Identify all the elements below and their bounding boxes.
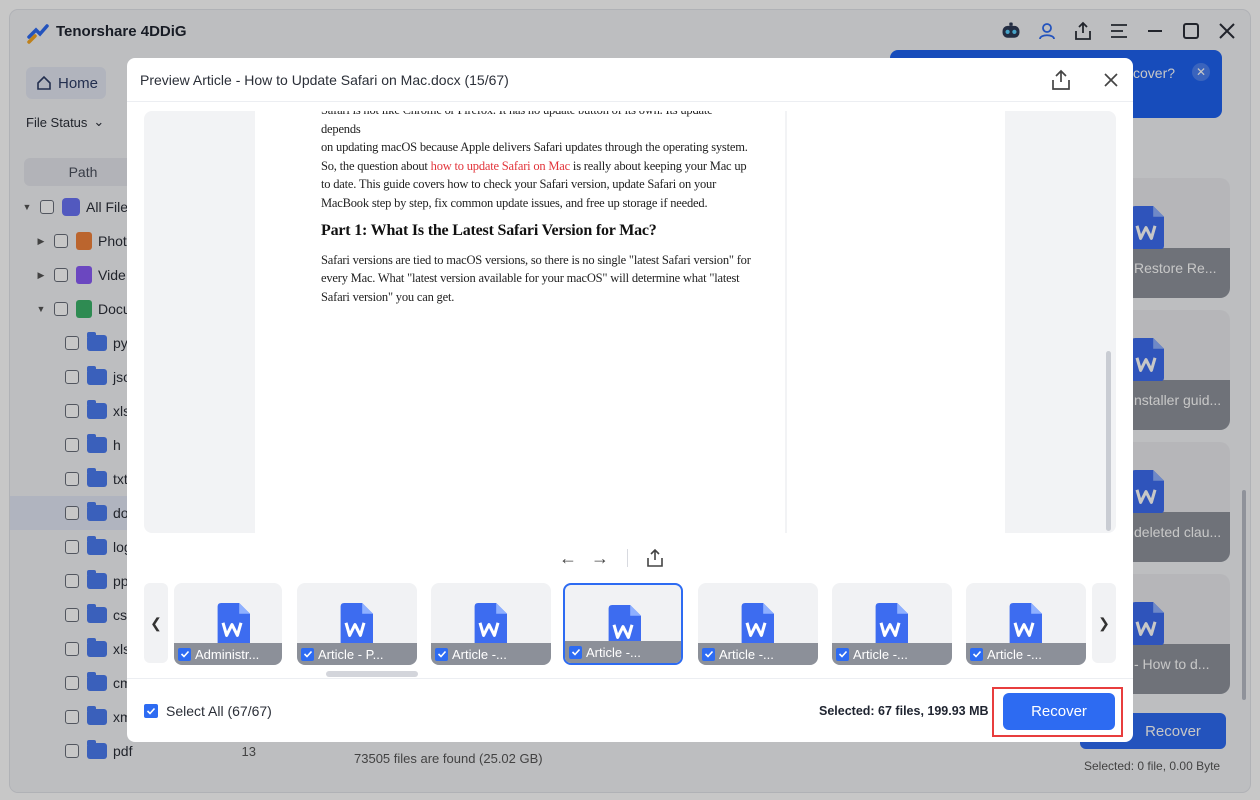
modal-footer: Select All (67/67) Selected: 67 files, 1… bbox=[127, 678, 1133, 742]
doc-link[interactable]: how to update Safari on Mac bbox=[431, 159, 571, 173]
thumbnail-strip: ❮ Administr... Article - P... Article -...… bbox=[144, 583, 1116, 665]
document-text: Safari is not like Chrome or Firefox. It… bbox=[321, 111, 751, 306]
chevron-left-icon[interactable]: ❮ bbox=[144, 583, 168, 663]
doc-paragraph-1: on updating macOS because Apple delivers… bbox=[321, 140, 748, 210]
checkbox-checked-icon[interactable] bbox=[435, 647, 448, 661]
thumbnail[interactable]: Article -... bbox=[698, 583, 818, 665]
thumbnail-scrollbar[interactable] bbox=[326, 671, 418, 677]
modal-header: Preview Article - How to Update Safari o… bbox=[127, 58, 1133, 102]
arrow-left-icon[interactable]: ← bbox=[557, 547, 579, 569]
checkbox-checked-icon[interactable] bbox=[569, 645, 582, 659]
thumbnail-label: Article - P... bbox=[318, 646, 384, 662]
selected-info: Selected: 67 files, 199.93 MB bbox=[819, 704, 989, 718]
export-icon[interactable] bbox=[644, 547, 666, 569]
document-page-right bbox=[787, 111, 1005, 533]
thumbnail-label: Article -... bbox=[853, 646, 908, 662]
thumbnail[interactable]: Article -... bbox=[966, 583, 1086, 665]
select-all-checkbox[interactable]: Select All (67/67) bbox=[144, 703, 272, 719]
checkbox-checked-icon[interactable] bbox=[836, 647, 849, 661]
thumbnail-label: Article -... bbox=[719, 646, 774, 662]
share-icon[interactable] bbox=[1049, 68, 1073, 92]
doc-heading: Part 1: What Is the Latest Safari Versio… bbox=[321, 222, 657, 239]
chevron-right-icon[interactable]: ❯ bbox=[1092, 583, 1116, 663]
thumbnail[interactable]: Article -... bbox=[431, 583, 551, 665]
modal-title: Preview Article - How to Update Safari o… bbox=[140, 72, 509, 88]
document-page: Safari is not like Chrome or Firefox. It… bbox=[255, 111, 785, 533]
checkbox-checked-icon bbox=[144, 704, 158, 718]
doc-cut-line: Safari is not like Chrome or Firefox. It… bbox=[321, 111, 713, 136]
nav-divider bbox=[627, 549, 628, 567]
arrow-right-icon[interactable]: → bbox=[589, 547, 611, 569]
preview-scrollbar[interactable] bbox=[1106, 351, 1111, 531]
checkbox-checked-icon[interactable] bbox=[702, 647, 715, 661]
doc-paragraph-2: Safari versions are tied to macOS versio… bbox=[321, 252, 751, 304]
checkbox-checked-icon[interactable] bbox=[970, 647, 983, 661]
thumbnail[interactable]: Article - P... bbox=[297, 583, 417, 665]
thumbnail-label: Article -... bbox=[452, 646, 507, 662]
thumbnail[interactable]: Article -... bbox=[563, 583, 683, 665]
thumbnail[interactable]: Administr... bbox=[174, 583, 282, 665]
thumbnail-label: Administr... bbox=[195, 646, 260, 662]
thumbnail-label: Article -... bbox=[586, 644, 641, 660]
select-all-label: Select All (67/67) bbox=[166, 703, 272, 719]
modal-close-icon[interactable] bbox=[1101, 70, 1121, 90]
recover-button[interactable]: Recover bbox=[1003, 693, 1115, 730]
thumbnail[interactable]: Article -... bbox=[832, 583, 952, 665]
checkbox-checked-icon[interactable] bbox=[178, 647, 191, 661]
checkbox-checked-icon[interactable] bbox=[301, 647, 314, 661]
document-preview: Safari is not like Chrome or Firefox. It… bbox=[144, 111, 1116, 533]
thumbnail-label: Article -... bbox=[987, 646, 1042, 662]
preview-modal: Preview Article - How to Update Safari o… bbox=[127, 58, 1133, 742]
preview-nav: ← → bbox=[557, 547, 666, 569]
